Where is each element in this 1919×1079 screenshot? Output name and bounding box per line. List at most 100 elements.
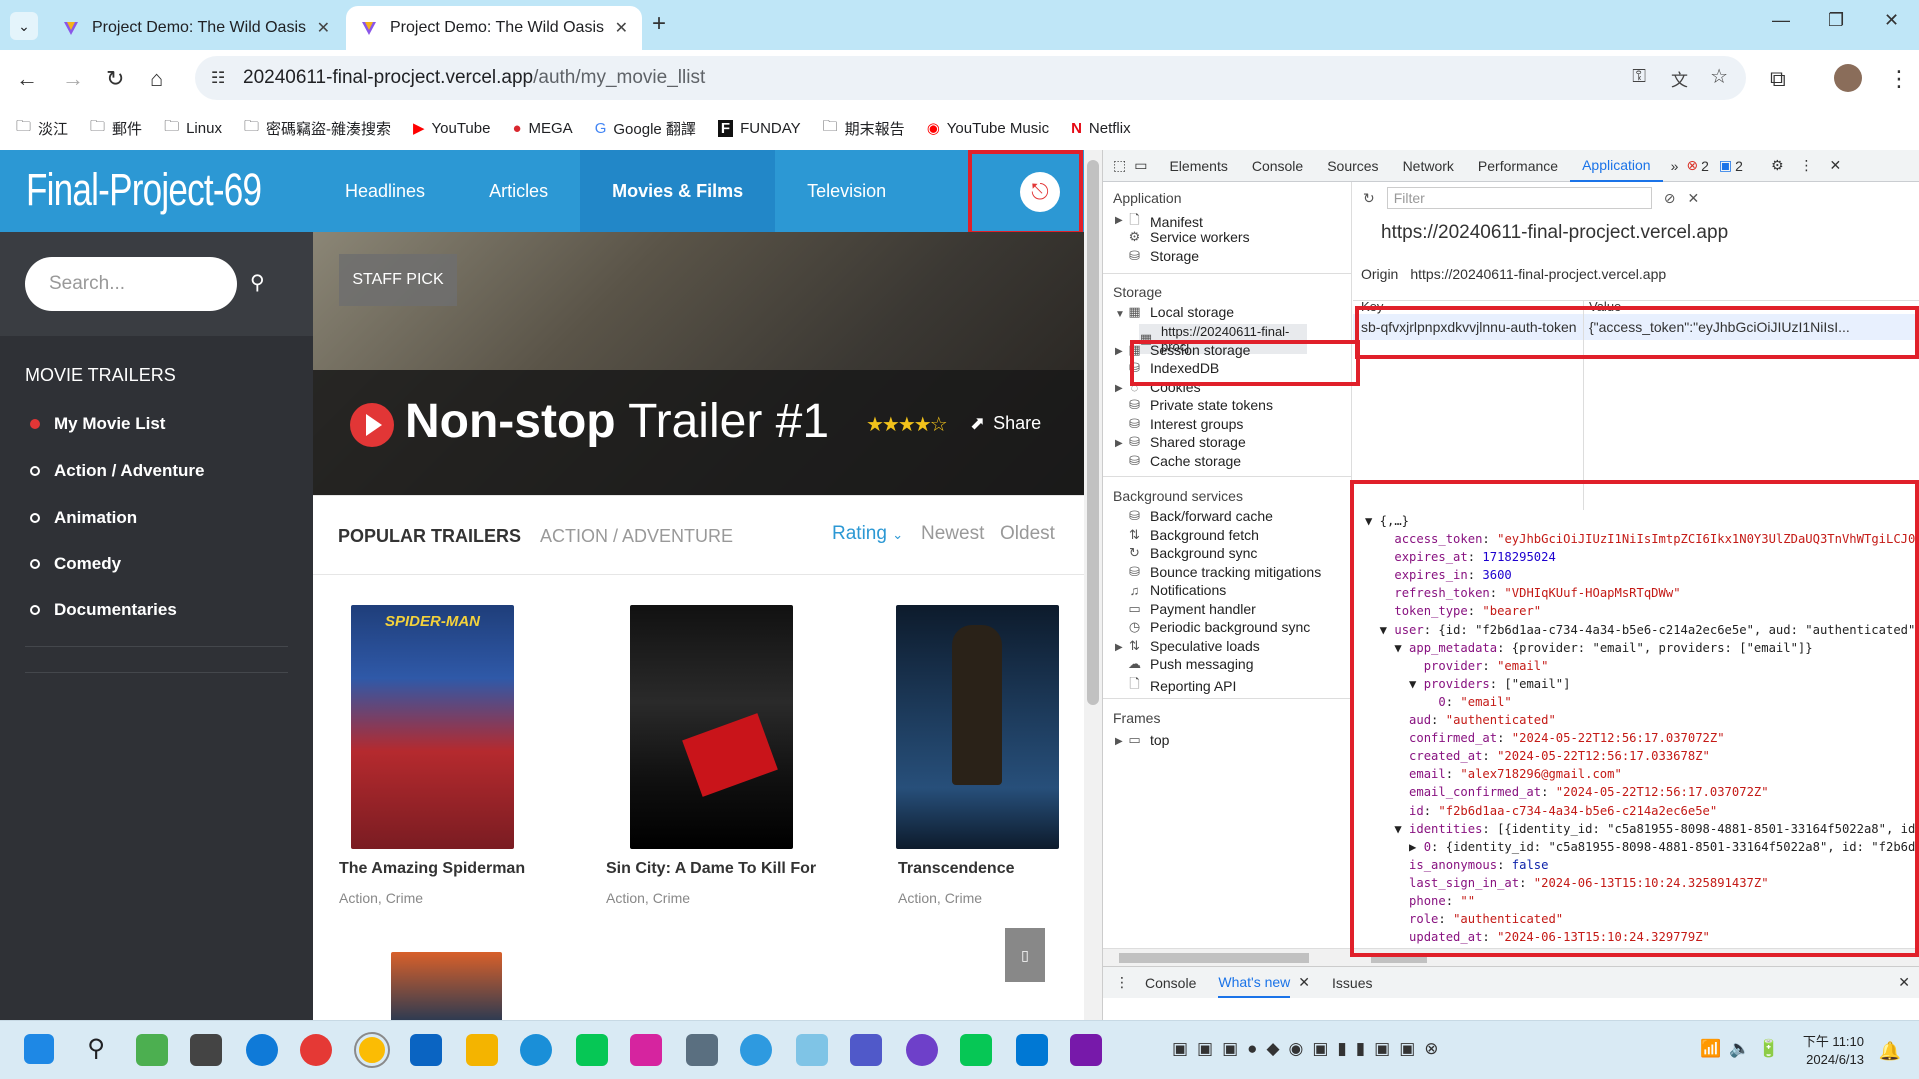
bg-item[interactable]: ⛁ Back/forward cache (1127, 508, 1273, 524)
extensions-icon[interactable]: ⧉ (1770, 66, 1786, 92)
tab-application[interactable]: Application (1570, 150, 1663, 182)
poster-amazing-spiderman[interactable]: SPIDER-MAN (351, 605, 514, 849)
password-key-icon[interactable]: ⚿ (1632, 66, 1646, 87)
logout-icon[interactable]: ⎋ (1020, 172, 1060, 212)
devtools-menu-icon[interactable]: ⋮ (1800, 157, 1814, 174)
bg-item[interactable]: ♫ Notifications (1127, 582, 1227, 598)
scrollbar-thumb[interactable] (1087, 160, 1099, 705)
storage-interest-groups[interactable]: ⛁ Interest groups (1127, 416, 1243, 432)
storage-local-storage[interactable]: ▦ Local storage (1127, 304, 1234, 320)
menu-dots-icon[interactable]: ⋮ (1888, 66, 1910, 92)
sidebar-item-my-movie-list[interactable]: My Movie List (30, 414, 165, 434)
close-window-icon[interactable]: ✕ (1884, 10, 1899, 31)
profile-avatar[interactable] (1834, 64, 1862, 92)
restore-icon[interactable]: ❐ (1828, 10, 1844, 31)
bg-item[interactable]: ⇅ Speculative loads (1127, 638, 1260, 654)
search-icon[interactable]: ⚲ (80, 1034, 112, 1066)
bookmark-link[interactable]: N Netflix (1071, 120, 1131, 137)
app-item-service-workers[interactable]: ⚙ Service workers (1127, 229, 1250, 245)
tab-performance[interactable]: Performance (1466, 150, 1570, 182)
expand-arrow-icon[interactable]: ▶ (1115, 383, 1123, 394)
sidebar-item-comedy[interactable]: Comedy (30, 554, 121, 574)
address-bar[interactable]: ☷ 20240611-final-procject.vercel.app/aut… (195, 56, 1746, 100)
device-toggle-icon[interactable]: ▭ (1134, 157, 1147, 174)
search-input[interactable]: Search... (25, 257, 237, 311)
settings-gear-icon[interactable]: ⚙ (1771, 157, 1784, 174)
new-tab-icon[interactable]: + (652, 10, 666, 38)
wifi-volume-battery-icon[interactable]: 📶🔈🔋 (1700, 1039, 1788, 1059)
drawer-tab-issues[interactable]: Issues (1332, 975, 1372, 991)
browser-tab-2-active[interactable]: Project Demo: The Wild Oasis ✕ (346, 6, 642, 50)
bookmark-link[interactable]: G Google 翻譯 (595, 118, 696, 139)
movie-title[interactable]: The Amazing Spiderman (339, 860, 525, 878)
search-icon[interactable]: ⚲ (250, 270, 265, 295)
inspect-icon[interactable]: ⬚ (1113, 157, 1126, 174)
bookmark-link[interactable]: ◉ YouTube Music (927, 119, 1049, 138)
nav-television[interactable]: Television (775, 150, 918, 232)
drawer-menu-icon[interactable]: ⋮ (1115, 974, 1129, 991)
bookmark-link[interactable]: ▶ YouTube (413, 119, 491, 138)
poster-transcendence[interactable] (896, 605, 1059, 849)
github-icon[interactable] (906, 1034, 938, 1066)
vscode-icon[interactable] (1016, 1034, 1048, 1066)
bg-item[interactable]: ◷ Periodic background sync (1127, 619, 1310, 635)
sidebar-item-animation[interactable]: Animation (30, 508, 137, 528)
close-drawer-icon[interactable]: ✕ (1898, 974, 1910, 991)
translate-icon[interactable]: 文 (1671, 66, 1688, 91)
bookmark-folder[interactable]: 🗀 Linux (164, 116, 222, 141)
page-scrollbar[interactable] (1084, 150, 1102, 1020)
bookmark-link[interactable]: F FUNDAY (717, 119, 801, 137)
share-button[interactable]: ⬈ Share (970, 413, 1041, 434)
bg-item[interactable]: 🗋 Reporting API (1127, 675, 1236, 697)
app-item-storage[interactable]: ⛁ Storage (1127, 248, 1199, 264)
error-icon[interactable]: ⊗ (1686, 157, 1698, 174)
maps-icon[interactable] (740, 1034, 772, 1066)
close-tab-icon[interactable]: ✕ (317, 18, 330, 38)
bg-item[interactable]: ▭ Payment handler (1127, 601, 1256, 617)
browser-tab-1[interactable]: Project Demo: The Wild Oasis ✕ (48, 6, 344, 50)
calculator-icon[interactable] (686, 1034, 718, 1066)
expand-arrow-icon[interactable]: ▶ (1115, 346, 1123, 357)
onenote-icon[interactable] (1070, 1034, 1102, 1066)
expand-arrow-icon[interactable]: ▶ (1115, 215, 1123, 226)
play-icon[interactable] (350, 403, 394, 447)
bookmark-folder[interactable]: 🗀 密碼竊盜-雜湊搜索 (244, 116, 391, 141)
sort-newest[interactable]: Newest (921, 523, 984, 545)
scrollbar-thumb[interactable] (1119, 953, 1309, 963)
expand-arrow-icon[interactable]: ▶ (1115, 438, 1123, 449)
reload-icon[interactable]: ↻ (106, 66, 124, 92)
site-logo[interactable]: Final-Project-69 (26, 164, 262, 216)
nav-movies-films[interactable]: Movies & Films (580, 150, 776, 232)
site-info-icon[interactable]: ☷ (211, 68, 225, 88)
delete-selected-icon[interactable]: ✕ (1687, 190, 1699, 207)
bookmark-link[interactable]: ● MEGA (512, 120, 572, 137)
bg-item[interactable]: ⛁ Bounce tracking mitigations (1127, 564, 1321, 580)
nav-headlines[interactable]: Headlines (313, 150, 457, 232)
edge-icon[interactable] (246, 1034, 278, 1066)
storage-cache-storage[interactable]: ⛁ Cache storage (1127, 453, 1241, 469)
expand-arrow-icon[interactable]: ▶ (1115, 736, 1123, 747)
sidebar-item-action-adventure[interactable]: Action / Adventure (30, 461, 205, 481)
storage-private-state-tokens[interactable]: ⛁ Private state tokens (1127, 397, 1273, 413)
forward-icon[interactable]: → (62, 66, 84, 92)
taskbar-clock[interactable]: 下午 11:10 2024/6/13 (1803, 1033, 1864, 1069)
instagram-icon[interactable] (630, 1034, 662, 1066)
tab-network[interactable]: Network (1391, 150, 1466, 182)
snipping-icon[interactable] (796, 1034, 828, 1066)
movie-title[interactable]: Sin City: A Dame To Kill For (606, 860, 816, 878)
collapse-arrow-icon[interactable]: ▼ (1115, 309, 1125, 320)
drawer-tab-console[interactable]: Console (1145, 975, 1196, 991)
message-icon[interactable]: ▣ (1719, 157, 1732, 174)
filter-input[interactable]: Filter (1386, 187, 1652, 209)
sort-rating[interactable]: Rating ⌄ (832, 523, 903, 545)
home-icon[interactable]: ⌂ (150, 66, 163, 92)
hero-title[interactable]: Non-stop Trailer #1 (405, 394, 829, 449)
line-icon[interactable] (576, 1034, 608, 1066)
bookmark-folder[interactable]: 🗀 淡江 (16, 116, 68, 141)
bookmark-folder[interactable]: 🗀 期末報告 (823, 116, 905, 141)
storage-shared-storage[interactable]: ⛁ Shared storage (1127, 434, 1246, 450)
tab-elements[interactable]: Elements (1157, 150, 1239, 182)
bg-item[interactable]: ⇅ Background fetch (1127, 527, 1259, 543)
chrome-icon[interactable] (300, 1034, 332, 1066)
close-drawer-tab-icon[interactable]: ✕ (1298, 974, 1310, 991)
